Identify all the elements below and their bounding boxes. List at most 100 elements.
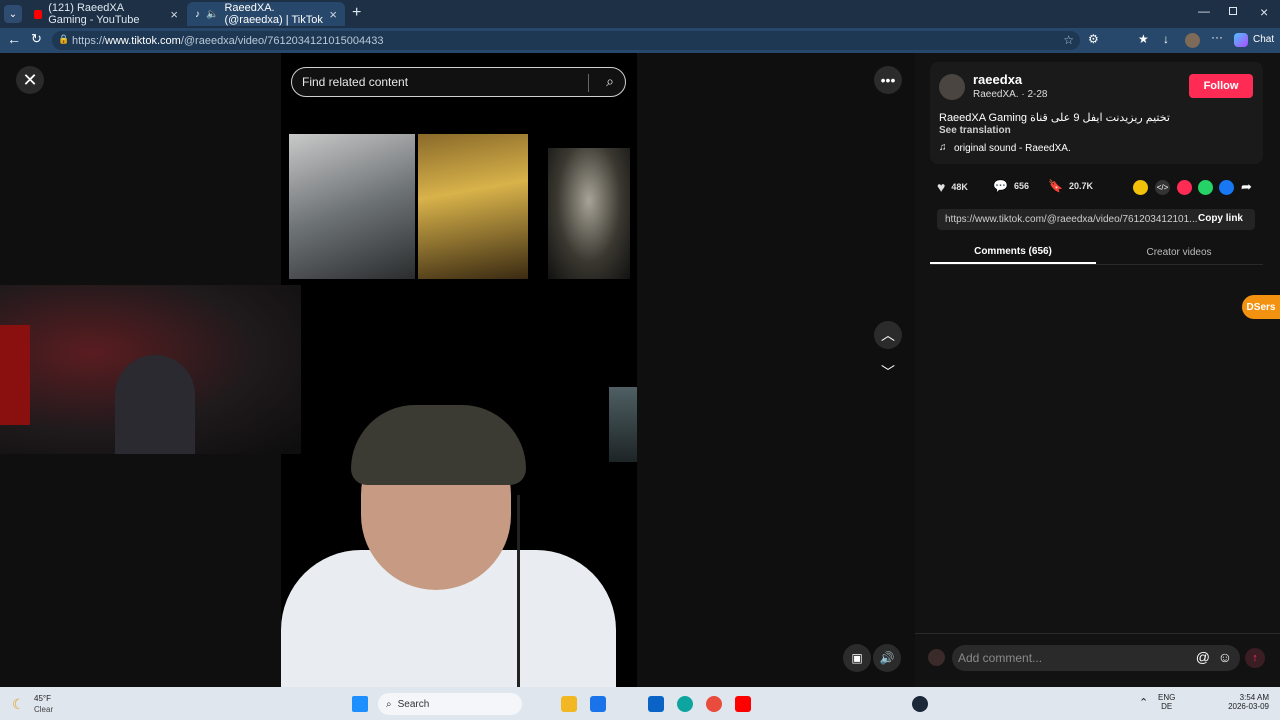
related-search-input[interactable]: Find related content ⌕: [291, 67, 626, 97]
webcam-light-accent: [0, 325, 30, 425]
weather-moon-icon[interactable]: ☾: [12, 696, 25, 713]
author-username[interactable]: raeedxa: [973, 72, 1022, 87]
outlook-icon[interactable]: [648, 696, 664, 712]
volume-icon[interactable]: 🔊: [873, 644, 901, 672]
tab-youtube[interactable]: (121) RaeedXA Gaming - YouTube ×: [26, 2, 186, 26]
lock-icon[interactable]: 🔒: [58, 34, 69, 45]
tab-list-button[interactable]: ⌄: [4, 5, 22, 23]
more-menu-icon[interactable]: ···: [1211, 30, 1223, 44]
taskbar-search-icon: ⌕: [386, 698, 392, 710]
back-icon[interactable]: ←: [7, 31, 21, 47]
weather-temp[interactable]: 45°F: [34, 694, 51, 703]
tab-tiktok[interactable]: ♪ 🔈 RaeedXA. (@raeedxa) | TikTok ×: [187, 2, 345, 26]
author-avatar[interactable]: [939, 74, 965, 100]
search-icon[interactable]: ⌕: [606, 73, 614, 90]
dsers-extension-badge[interactable]: DSers: [1242, 295, 1280, 319]
edge-icon[interactable]: [677, 696, 693, 712]
more-options-button[interactable]: •••: [874, 66, 902, 94]
chrome-icon[interactable]: [706, 696, 722, 712]
favorites-icon[interactable]: ★: [1138, 32, 1149, 46]
language-indicator[interactable]: ENG DE: [1158, 693, 1175, 711]
video-frame-image-1: [289, 134, 415, 279]
url-domain: www.tiktok.com: [105, 34, 181, 47]
lang-secondary: DE: [1161, 702, 1173, 711]
facecam-hair: [351, 405, 526, 485]
like-count: 48K: [951, 182, 968, 192]
close-tab-icon[interactable]: ×: [329, 7, 337, 22]
taskbar-search-box[interactable]: ⌕ Search: [378, 693, 522, 715]
new-tab-button[interactable]: +: [352, 4, 361, 22]
lang-primary: ENG: [1158, 693, 1176, 702]
tab-divider: [930, 264, 1263, 265]
extensions-icon[interactable]: ⚙: [1088, 32, 1099, 46]
heart-icon: ♥: [937, 179, 946, 195]
post-comment-button[interactable]: ↑: [1245, 648, 1265, 668]
minimize-icon[interactable]: —: [1198, 4, 1210, 18]
close-video-button[interactable]: ✕: [16, 66, 44, 94]
refresh-icon[interactable]: ↻: [31, 31, 42, 47]
taskbar-search-label: Search: [397, 698, 430, 710]
music-note-icon: ♫: [939, 142, 947, 153]
url-field[interactable]: https://www.tiktok.com/@raeedxa/video/76…: [52, 31, 1080, 50]
author-nickname-date: RaeedXA. · 2-28: [973, 89, 1048, 100]
facecam-image: [281, 400, 616, 687]
video-description: RaeedXA Gaming تختيم ريزيدنت ايفل 9 على …: [939, 112, 1170, 124]
see-translation-link[interactable]: See translation: [939, 125, 1011, 136]
youtube-icon: [34, 9, 43, 19]
mini-player-button[interactable]: ▣: [843, 644, 871, 672]
send-icon[interactable]: [1177, 180, 1192, 195]
comment-icon: 💬: [993, 179, 1008, 193]
url-path: /@raeedxa/video/7612034121015004433: [180, 34, 384, 47]
bookmark-icon: 🔖: [1048, 179, 1063, 193]
clock-time: 3:54 AM: [1239, 693, 1269, 702]
sound-link[interactable]: original sound - RaeedXA.: [954, 143, 1071, 154]
emoji-icon[interactable]: ☺: [1218, 649, 1232, 665]
chat-label[interactable]: Chat: [1253, 34, 1274, 45]
whatsapp-icon[interactable]: [1198, 180, 1213, 195]
video-link-text: https://www.tiktok.com/@raeedxa/video/76…: [945, 214, 1198, 225]
coin-icon[interactable]: [1133, 180, 1148, 195]
facebook-icon[interactable]: [1219, 180, 1234, 195]
comment-stat[interactable]: 💬 656: [993, 179, 1029, 193]
restore-icon[interactable]: [1229, 7, 1237, 15]
add-comment-placeholder: Add comment...: [958, 651, 1043, 665]
steam-icon[interactable]: [912, 696, 928, 712]
close-tab-icon[interactable]: ×: [170, 7, 178, 22]
like-stat[interactable]: ♥ 48K: [937, 179, 968, 195]
previous-video-button[interactable]: ︿: [874, 321, 902, 349]
share-arrow-icon[interactable]: ➦: [1241, 179, 1252, 195]
youtube-app-icon[interactable]: [735, 696, 751, 712]
video-link-box: https://www.tiktok.com/@raeedxa/video/76…: [937, 209, 1255, 230]
next-video-button[interactable]: ﹀: [874, 358, 902, 386]
comment-count: 656: [1013, 181, 1029, 191]
speaker-icon: 🔈: [206, 8, 219, 20]
profile-avatar[interactable]: [1185, 33, 1200, 48]
address-toolbar: ← ↻ https://www.tiktok.com/@raeedxa/vide…: [0, 28, 1280, 53]
save-stat[interactable]: 🔖 20.7K: [1048, 179, 1093, 193]
video-frame-image-2: [418, 134, 528, 279]
downloads-icon[interactable]: ↓: [1163, 32, 1169, 46]
embed-icon[interactable]: </>: [1155, 180, 1170, 195]
search-placeholder: Find related content: [302, 75, 409, 89]
mention-icon[interactable]: @: [1196, 649, 1210, 665]
tab-creator-videos[interactable]: Creator videos: [1096, 240, 1262, 264]
tab-comments[interactable]: Comments (656): [930, 240, 1096, 264]
windows-taskbar: ☾ 45°F Clear ⌕ Search ⌃ ENG DE 3:54 AM 20…: [0, 687, 1280, 720]
wifi-icon[interactable]: ⌃: [1139, 696, 1148, 709]
video-frame-image-3: [548, 148, 630, 279]
add-comment-input[interactable]: Add comment... @ ☺: [952, 645, 1240, 671]
follow-button[interactable]: Follow: [1189, 74, 1253, 98]
copilot-icon[interactable]: [1234, 33, 1248, 47]
close-window-icon[interactable]: ×: [1260, 4, 1268, 20]
file-explorer-icon[interactable]: [561, 696, 577, 712]
commenter-avatar: [928, 649, 945, 666]
store-icon[interactable]: [590, 696, 606, 712]
weather-desc: Clear: [34, 705, 54, 714]
favorite-star-icon[interactable]: ☆: [1063, 33, 1074, 47]
tab-label: RaeedXA. (@raeedxa) | TikTok: [224, 2, 323, 26]
start-button[interactable]: [352, 696, 368, 712]
headphone-cable: [517, 495, 520, 687]
copy-link-button[interactable]: Copy link: [1198, 213, 1243, 224]
clock[interactable]: 3:54 AM 2026-03-09: [1225, 693, 1269, 711]
webcam-person-silhouette: [115, 355, 195, 454]
